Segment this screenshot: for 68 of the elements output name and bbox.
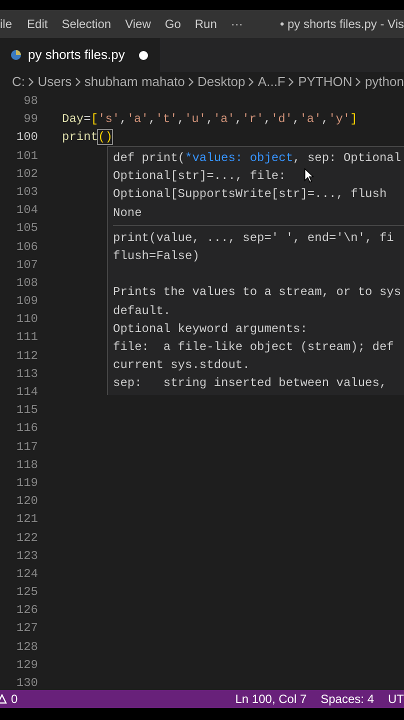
line-number: 100 xyxy=(15,129,38,146)
breadcrumb-item[interactable]: python xyxy=(364,72,404,92)
menu-item[interactable]: Edit xyxy=(20,15,55,33)
line-number: 121 xyxy=(15,511,38,528)
line-number: 124 xyxy=(15,566,38,583)
status-item[interactable]: UT xyxy=(374,690,404,708)
documentation-text: print(value, ..., sep=' ', end='\n', fi flush=False) Prints the values to a stream, or to sys default. Optional keyword arguments: file: a file-like object (stream); def current sys.stdout. sep: string inserted between values, xyxy=(113,230,402,392)
chevron-right-icon xyxy=(355,77,362,87)
breadcrumb-item[interactable]: Users xyxy=(38,72,72,92)
line-number: 126 xyxy=(15,602,38,620)
chevron-right-icon xyxy=(248,77,255,87)
chevron-right-icon xyxy=(28,77,35,87)
warnings-indicator[interactable]: 0 xyxy=(0,690,18,708)
breadcrumb-item[interactable]: Desktop xyxy=(198,72,246,92)
code-line: print() xyxy=(62,129,112,146)
line-number: 108 xyxy=(15,274,38,292)
menu-item[interactable]: Run xyxy=(188,15,224,33)
line-number: 114 xyxy=(15,384,38,401)
breadcrumb-item[interactable]: A...F xyxy=(258,72,286,92)
line-number: 115 xyxy=(15,402,38,420)
line-number: 104 xyxy=(15,202,38,220)
signature-line: Optional[str]=..., file: xyxy=(113,168,286,186)
line-number: 109 xyxy=(15,293,38,310)
signature-line: def print(*values: object, sep: Optional xyxy=(113,150,402,167)
line-number: 113 xyxy=(15,366,38,383)
line-number: 128 xyxy=(15,638,38,656)
menu-item[interactable]: ··· xyxy=(224,15,250,33)
line-number: 116 xyxy=(15,420,38,438)
line-number: 102 xyxy=(15,166,38,183)
line-number: 110 xyxy=(15,311,38,328)
mouse-cursor-icon xyxy=(304,168,314,183)
window-title: • py shorts files.py - Vis xyxy=(278,16,404,33)
line-number: 98 xyxy=(22,93,38,110)
line-number: 127 xyxy=(15,620,38,638)
code-line: Day=['s','a','t','u','a','r','d','a','y'] xyxy=(62,111,358,128)
warning-icon xyxy=(0,694,7,704)
line-number: 106 xyxy=(15,238,38,256)
chevron-right-icon xyxy=(188,77,195,87)
line-number: 105 xyxy=(15,220,38,238)
line-number: 122 xyxy=(15,530,38,546)
line-number: 130 xyxy=(15,675,38,692)
line-number: 129 xyxy=(15,656,38,674)
chevron-right-icon xyxy=(74,77,82,87)
line-number: 112 xyxy=(15,348,38,365)
menu-item[interactable]: Go xyxy=(158,15,188,33)
signature-line: Optional[SupportsWrite[str]=..., flush xyxy=(113,186,387,204)
breadcrumb-item[interactable]: PYTHON xyxy=(298,72,352,92)
line-number: 120 xyxy=(15,493,38,510)
status-item[interactable]: Ln 100, Col 7 xyxy=(221,690,307,708)
signature-line: None xyxy=(113,204,142,222)
editor-tab[interactable]: py shorts files.py xyxy=(0,38,160,72)
line-number: 118 xyxy=(15,456,38,474)
menu-item[interactable]: View xyxy=(118,15,158,33)
line-number: 125 xyxy=(15,584,38,602)
chevron-right-icon xyxy=(288,77,296,87)
line-number: 99 xyxy=(22,111,38,128)
line-number: 101 xyxy=(15,148,38,165)
menu-item[interactable]: Selection xyxy=(54,15,118,33)
menu-item[interactable]: ile xyxy=(0,15,20,33)
breadcrumb-item[interactable]: shubham mahato xyxy=(84,72,185,92)
line-number: 107 xyxy=(15,256,38,274)
line-number: 117 xyxy=(15,438,38,456)
line-number: 111 xyxy=(15,329,38,346)
line-number: 119 xyxy=(15,474,38,492)
line-number: 103 xyxy=(15,184,38,201)
status-item[interactable]: Spaces: 4 xyxy=(306,690,374,708)
line-number: 123 xyxy=(15,548,38,565)
breadcrumb-item[interactable]: C: xyxy=(12,72,25,92)
